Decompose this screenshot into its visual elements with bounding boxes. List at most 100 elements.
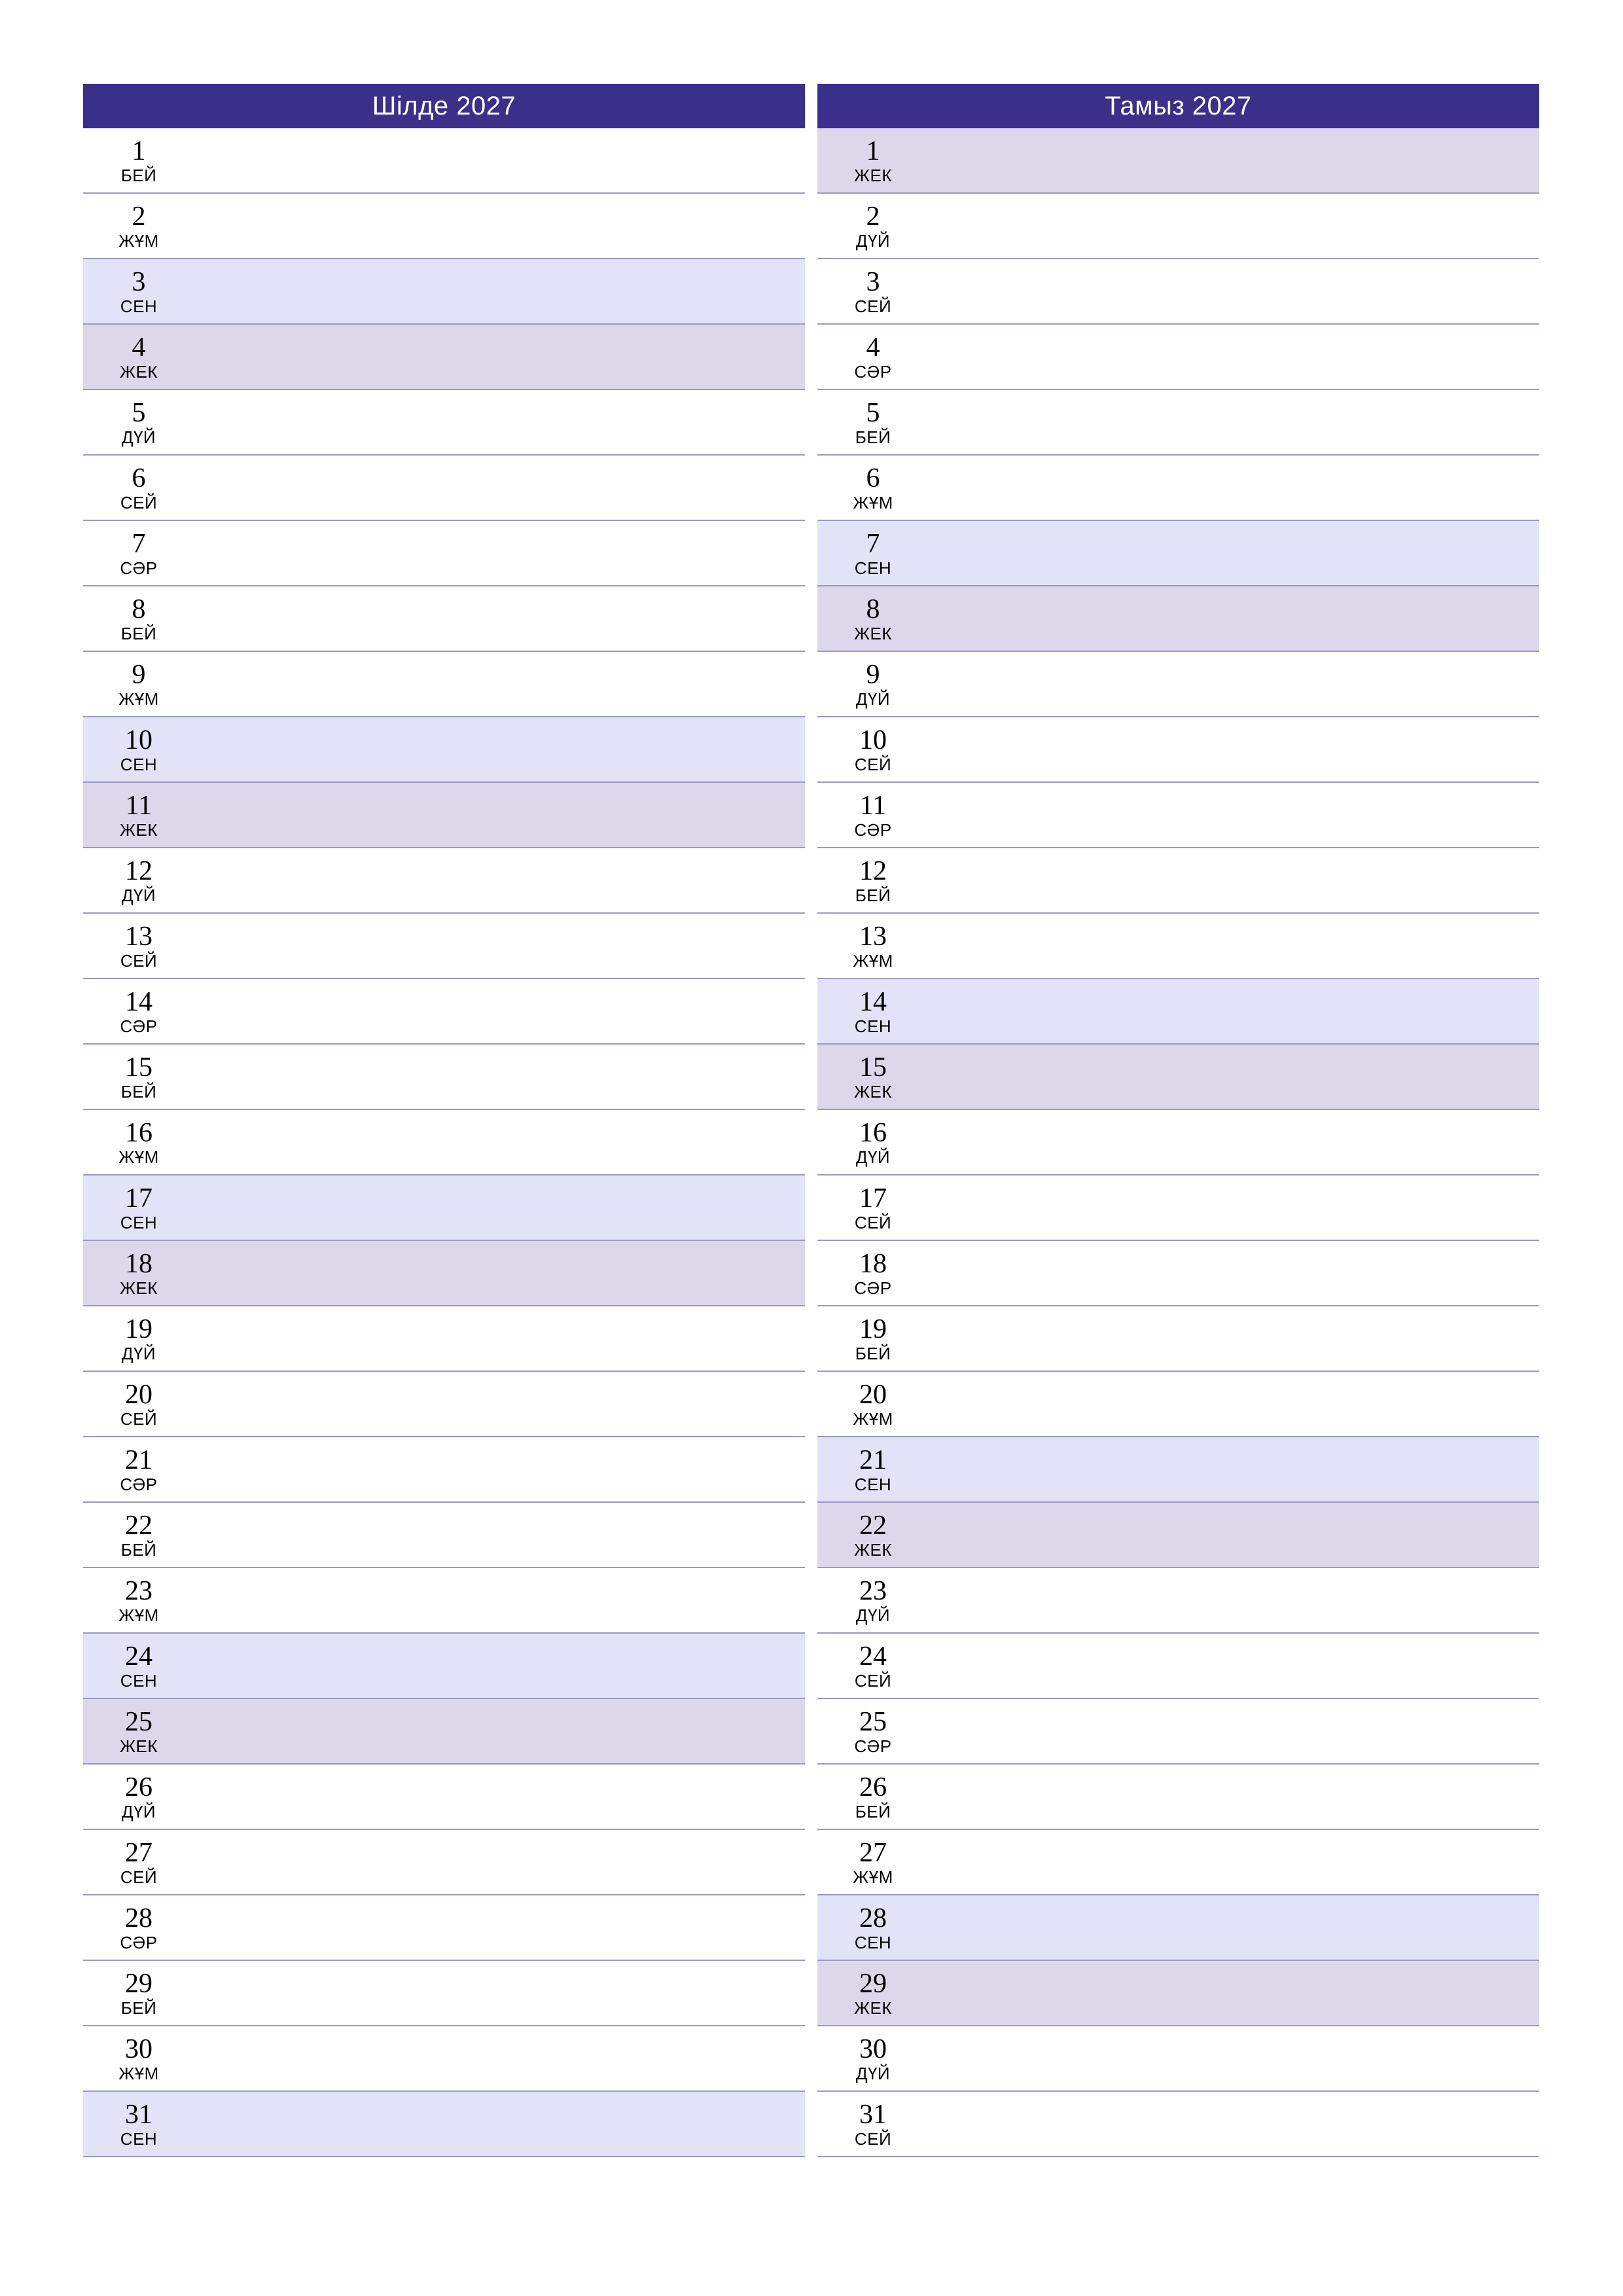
day-note-area[interactable] xyxy=(929,1503,1539,1567)
day-note-area[interactable] xyxy=(194,783,805,847)
day-row[interactable]: 21 СӘР xyxy=(83,1437,805,1503)
day-row[interactable]: 6 СЕЙ xyxy=(83,456,805,521)
day-note-area[interactable] xyxy=(929,1045,1539,1109)
day-note-area[interactable] xyxy=(929,259,1539,323)
day-row[interactable]: 27 ЖҰМ xyxy=(817,1830,1539,1895)
day-row[interactable]: 9 ДҮЙ xyxy=(817,652,1539,717)
day-row[interactable]: 12 ДҮЙ xyxy=(83,848,805,914)
day-row[interactable]: 13 ЖҰМ xyxy=(817,914,1539,979)
day-row[interactable]: 18 ЖЕК xyxy=(83,1241,805,1306)
day-row[interactable]: 7 СӘР xyxy=(83,521,805,586)
day-row[interactable]: 25 СӘР xyxy=(817,1699,1539,1765)
day-row[interactable]: 26 ДҮЙ xyxy=(83,1765,805,1830)
day-note-area[interactable] xyxy=(929,1699,1539,1763)
day-row[interactable]: 1 ЖЕК xyxy=(817,128,1539,194)
day-note-area[interactable] xyxy=(194,128,805,192)
day-row[interactable]: 29 БЕЙ xyxy=(83,1961,805,2026)
day-note-area[interactable] xyxy=(929,1895,1539,1960)
day-note-area[interactable] xyxy=(194,914,805,978)
day-row[interactable]: 4 ЖЕК xyxy=(83,325,805,390)
day-note-area[interactable] xyxy=(194,1110,805,1174)
day-note-area[interactable] xyxy=(194,586,805,651)
day-row[interactable]: 14 СЕН xyxy=(817,979,1539,1045)
day-note-area[interactable] xyxy=(929,783,1539,847)
day-note-area[interactable] xyxy=(194,848,805,912)
day-note-area[interactable] xyxy=(929,1175,1539,1240)
day-note-area[interactable] xyxy=(194,1306,805,1371)
day-note-area[interactable] xyxy=(929,1830,1539,1894)
day-note-area[interactable] xyxy=(929,586,1539,651)
day-row[interactable]: 11 СӘР xyxy=(817,783,1539,848)
day-note-area[interactable] xyxy=(929,652,1539,716)
day-note-area[interactable] xyxy=(194,2092,805,2156)
day-note-area[interactable] xyxy=(194,2026,805,2090)
day-row[interactable]: 24 СЕН xyxy=(83,1634,805,1699)
day-row[interactable]: 19 ДҮЙ xyxy=(83,1306,805,1372)
day-note-area[interactable] xyxy=(194,979,805,1043)
day-note-area[interactable] xyxy=(929,1241,1539,1305)
day-row[interactable]: 3 СЕЙ xyxy=(817,259,1539,325)
day-row[interactable]: 23 ДҮЙ xyxy=(817,1568,1539,1634)
day-row[interactable]: 15 ЖЕК xyxy=(817,1045,1539,1110)
day-row[interactable]: 8 ЖЕК xyxy=(817,586,1539,652)
day-row[interactable]: 29 ЖЕК xyxy=(817,1961,1539,2026)
day-row[interactable]: 1 БЕЙ xyxy=(83,128,805,194)
day-note-area[interactable] xyxy=(929,1372,1539,1436)
day-note-area[interactable] xyxy=(194,1568,805,1632)
day-note-area[interactable] xyxy=(194,652,805,716)
day-note-area[interactable] xyxy=(929,390,1539,454)
day-row[interactable]: 24 СЕЙ xyxy=(817,1634,1539,1699)
day-note-area[interactable] xyxy=(929,2092,1539,2156)
day-note-area[interactable] xyxy=(194,521,805,585)
day-row[interactable]: 4 СӘР xyxy=(817,325,1539,390)
day-note-area[interactable] xyxy=(929,1110,1539,1174)
day-note-area[interactable] xyxy=(194,1437,805,1501)
day-note-area[interactable] xyxy=(194,1765,805,1829)
day-row[interactable]: 5 БЕЙ xyxy=(817,390,1539,456)
day-note-area[interactable] xyxy=(194,1699,805,1763)
day-note-area[interactable] xyxy=(194,1045,805,1109)
day-note-area[interactable] xyxy=(929,1765,1539,1829)
day-row[interactable]: 10 СЕН xyxy=(83,717,805,783)
day-row[interactable]: 16 ДҮЙ xyxy=(817,1110,1539,1175)
day-row[interactable]: 27 СЕЙ xyxy=(83,1830,805,1895)
day-row[interactable]: 8 БЕЙ xyxy=(83,586,805,652)
day-row[interactable]: 22 БЕЙ xyxy=(83,1503,805,1568)
day-note-area[interactable] xyxy=(194,717,805,781)
day-note-area[interactable] xyxy=(929,1437,1539,1501)
day-row[interactable]: 7 СЕН xyxy=(817,521,1539,586)
day-note-area[interactable] xyxy=(194,456,805,520)
day-note-area[interactable] xyxy=(194,1241,805,1305)
day-row[interactable]: 9 ЖҰМ xyxy=(83,652,805,717)
day-row[interactable]: 19 БЕЙ xyxy=(817,1306,1539,1372)
day-note-area[interactable] xyxy=(929,1306,1539,1371)
day-row[interactable]: 15 БЕЙ xyxy=(83,1045,805,1110)
day-note-area[interactable] xyxy=(929,456,1539,520)
day-row[interactable]: 28 СЕН xyxy=(817,1895,1539,1961)
day-note-area[interactable] xyxy=(194,194,805,258)
day-note-area[interactable] xyxy=(929,1568,1539,1632)
day-row[interactable]: 22 ЖЕК xyxy=(817,1503,1539,1568)
day-row[interactable]: 2 ЖҰМ xyxy=(83,194,805,259)
day-row[interactable]: 17 СЕН xyxy=(83,1175,805,1241)
day-row[interactable]: 30 ЖҰМ xyxy=(83,2026,805,2092)
day-row[interactable]: 26 БЕЙ xyxy=(817,1765,1539,1830)
day-row[interactable]: 5 ДҮЙ xyxy=(83,390,805,456)
day-note-area[interactable] xyxy=(929,2026,1539,2090)
day-note-area[interactable] xyxy=(194,259,805,323)
day-note-area[interactable] xyxy=(194,1961,805,2025)
day-row[interactable]: 31 СЕЙ xyxy=(817,2092,1539,2157)
day-row[interactable]: 20 СЕЙ xyxy=(83,1372,805,1437)
day-note-area[interactable] xyxy=(929,1961,1539,2025)
day-row[interactable]: 23 ЖҰМ xyxy=(83,1568,805,1634)
day-note-area[interactable] xyxy=(194,1634,805,1698)
day-note-area[interactable] xyxy=(194,1175,805,1240)
day-note-area[interactable] xyxy=(929,521,1539,585)
day-note-area[interactable] xyxy=(929,717,1539,781)
day-row[interactable]: 11 ЖЕК xyxy=(83,783,805,848)
day-row[interactable]: 17 СЕЙ xyxy=(817,1175,1539,1241)
day-row[interactable]: 28 СӘР xyxy=(83,1895,805,1961)
day-row[interactable]: 16 ЖҰМ xyxy=(83,1110,805,1175)
day-note-area[interactable] xyxy=(929,914,1539,978)
day-row[interactable]: 10 СЕЙ xyxy=(817,717,1539,783)
